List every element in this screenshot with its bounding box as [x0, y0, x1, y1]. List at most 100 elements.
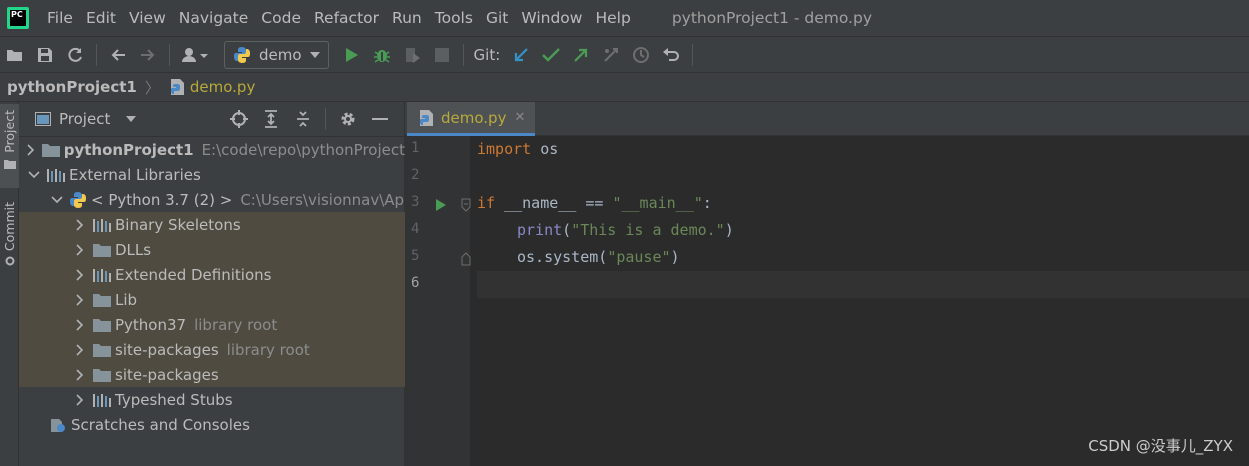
library-icon	[93, 217, 111, 233]
coverage-icon[interactable]	[397, 40, 427, 70]
side-tab-project[interactable]: Project	[0, 104, 19, 188]
project-window-icon	[35, 112, 51, 126]
chevron-right-icon[interactable]	[73, 368, 87, 382]
menu-help[interactable]: Help	[595, 9, 630, 27]
user-dropdown-icon[interactable]	[176, 40, 216, 70]
pycharm-logo-icon[interactable]: PC	[7, 7, 29, 29]
chevron-right-icon[interactable]	[73, 393, 87, 407]
close-icon[interactable]: ✕	[514, 110, 525, 125]
stop-icon[interactable]	[427, 40, 457, 70]
tree-item-site-packages[interactable]: site-packages	[19, 362, 405, 387]
toolbar-separator	[692, 43, 694, 66]
locate-target-icon[interactable]	[223, 104, 255, 134]
expand-all-icon[interactable]	[255, 104, 287, 134]
chevron-down-icon[interactable]	[51, 193, 63, 207]
tree-item-scratches[interactable]: Scratches and Consoles	[19, 412, 405, 437]
tree-item-python37[interactable]: Python37 library root	[19, 312, 405, 337]
git-push-icon[interactable]	[566, 40, 596, 70]
save-icon[interactable]	[30, 40, 60, 70]
tree-item-label: site-packages	[115, 340, 219, 359]
library-icon	[93, 267, 111, 283]
breadcrumb-file[interactable]: demo.py	[190, 78, 255, 96]
chevron-right-icon[interactable]	[73, 293, 87, 307]
project-panel-header: Project	[19, 102, 404, 137]
tree-item-dlls[interactable]: DLLs	[19, 237, 405, 262]
toolbar-separator	[169, 43, 170, 66]
window-title: pythonProject1 - demo.py	[671, 9, 872, 27]
menu-edit[interactable]: Edit	[86, 9, 116, 27]
python-file-icon	[170, 79, 184, 95]
collapse-all-icon[interactable]	[287, 104, 319, 134]
gear-icon[interactable]	[332, 104, 364, 134]
chevron-right-icon[interactable]	[73, 243, 87, 257]
fold-end-icon[interactable]	[461, 252, 471, 266]
chevron-right-icon[interactable]	[73, 343, 87, 357]
tree-item-binary-skeletons[interactable]: Binary Skeletons	[19, 212, 405, 237]
tree-item-label: pythonProject1	[63, 140, 194, 159]
folder-icon	[93, 367, 111, 383]
line-number: 3	[411, 194, 420, 210]
chevron-down-icon	[309, 51, 320, 58]
code-line-5: os.system("pause")	[517, 248, 680, 266]
tree-item-label: < Python 3.7 (2) >	[91, 190, 233, 209]
watermark-text: CSDN @没事儿_ZYX	[1088, 437, 1233, 455]
tree-item-typeshed-stubs[interactable]: Typeshed Stubs	[19, 387, 405, 412]
breadcrumb-project[interactable]: pythonProject1	[7, 78, 137, 96]
hide-panel-icon[interactable]	[364, 104, 396, 134]
tree-item-external-libraries[interactable]: External Libraries	[19, 162, 405, 187]
python-icon	[234, 46, 250, 63]
tree-item-label: Scratches and Consoles	[71, 415, 250, 434]
folder-icon	[93, 317, 111, 333]
chevron-right-icon[interactable]	[73, 268, 87, 282]
chevron-down-icon[interactable]	[126, 116, 137, 122]
menu-code[interactable]: Code	[261, 9, 301, 27]
line-number: 5	[411, 248, 420, 264]
tree-item-site-packages-root[interactable]: site-packages library root	[19, 337, 405, 362]
library-icon	[47, 167, 65, 183]
menu-window[interactable]: Window	[521, 9, 582, 27]
run-icon[interactable]	[337, 40, 367, 70]
tab-demo-py[interactable]: demo.py ✕	[407, 102, 536, 136]
folder-icon	[93, 342, 111, 358]
chevron-right-icon[interactable]	[73, 318, 87, 332]
project-view-selector[interactable]: Project	[59, 110, 110, 128]
tree-item-extended-definitions[interactable]: Extended Definitions	[19, 262, 405, 287]
rollback-icon[interactable]	[656, 40, 686, 70]
sync-icon[interactable]	[60, 40, 90, 70]
menu-tools[interactable]: Tools	[435, 9, 473, 27]
git-commit-icon[interactable]	[536, 40, 566, 70]
menu-refactor[interactable]: Refactor	[314, 9, 379, 27]
back-arrow-icon[interactable]	[103, 40, 133, 70]
git-merge-icon[interactable]	[596, 40, 626, 70]
chevron-right-icon[interactable]	[73, 218, 87, 232]
tree-item-lib[interactable]: Lib	[19, 287, 405, 312]
line-number: 4	[411, 221, 420, 237]
tree-item-path: E:\code\repo\pythonProject	[201, 140, 405, 159]
breadcrumb-separator: 〉	[144, 78, 160, 97]
tree-item-label: Typeshed Stubs	[115, 390, 233, 409]
chevron-down-icon[interactable]	[27, 168, 41, 182]
side-tab-commit-label: Commit	[2, 202, 17, 252]
menu-git[interactable]: Git	[486, 9, 508, 27]
chevron-right-icon[interactable]	[27, 143, 36, 157]
history-clock-icon[interactable]	[626, 40, 656, 70]
tree-item-pythonproject1[interactable]: pythonProject1 E:\code\repo\pythonProjec…	[19, 137, 405, 162]
menu-navigate[interactable]: Navigate	[179, 9, 249, 27]
library-icon	[93, 392, 111, 408]
folder-icon	[3, 159, 16, 169]
breadcrumb: pythonProject1 〉 demo.py	[0, 72, 1249, 102]
git-update-icon[interactable]	[506, 40, 536, 70]
run-gutter-icon[interactable]	[435, 198, 447, 212]
menu-file[interactable]: File	[47, 9, 73, 27]
menu-view[interactable]: View	[129, 9, 166, 27]
tree-item-label: Binary Skeletons	[115, 215, 241, 234]
open-folder-icon[interactable]	[0, 40, 30, 70]
tree-item-python-sdk[interactable]: < Python 3.7 (2) > C:\Users\visionnav\Ap…	[19, 187, 405, 212]
debug-icon[interactable]	[367, 40, 397, 70]
fold-icon[interactable]	[461, 198, 471, 212]
side-tab-commit[interactable]: Commit	[0, 198, 19, 278]
run-config-dropdown[interactable]: demo	[224, 40, 329, 69]
forward-arrow-icon[interactable]	[133, 40, 163, 70]
menu-run[interactable]: Run	[392, 9, 422, 27]
